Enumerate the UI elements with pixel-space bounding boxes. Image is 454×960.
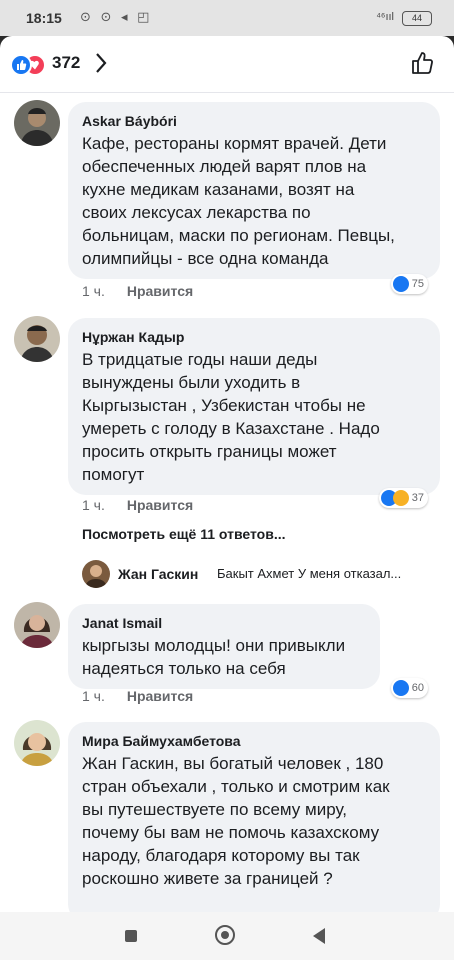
reply-author[interactable]: Жан Гаскин (118, 566, 198, 582)
back-icon[interactable] (313, 928, 325, 944)
status-time: 18:15 (26, 10, 62, 26)
avatar[interactable] (14, 720, 60, 766)
reactions-count: 75 (411, 278, 424, 290)
recent-apps-icon[interactable] (125, 930, 137, 942)
notification-icons: ⊙ ⊙ ◂ ◰ (80, 9, 153, 24)
comment-author[interactable]: Мира Баймухамбетова (82, 732, 426, 750)
reactions-count: 60 (411, 682, 424, 694)
comment-meta: 1 ч. Нравится (82, 688, 193, 704)
comment-text: кыргызы молодцы! они привыкли надеяться … (82, 636, 346, 678)
status-bar: 18:15 ⊙ ⊙ ◂ ◰ ⁴⁶ııl 44 (0, 0, 454, 36)
reaction-count[interactable]: 372 (52, 53, 80, 73)
reactions-badge[interactable]: 37 (378, 488, 428, 508)
reactions-badge[interactable]: 75 (390, 274, 428, 294)
system-nav-bar (0, 912, 454, 960)
avatar[interactable] (14, 602, 60, 648)
like-link[interactable]: Нравится (127, 283, 193, 299)
avatar[interactable] (82, 560, 110, 588)
chevron-right-icon[interactable] (94, 52, 108, 74)
avatar[interactable] (14, 100, 60, 146)
like-link[interactable]: Нравится (127, 497, 193, 513)
comment-time: 1 ч. (82, 497, 105, 513)
like-reaction-icon (392, 680, 409, 696)
home-icon[interactable] (215, 925, 235, 945)
view-more-replies-link[interactable]: Посмотреть ещё 11 ответов... (82, 526, 286, 542)
reactions-header: 372 (0, 36, 454, 93)
comment-meta: 1 ч. Нравится (82, 497, 193, 513)
comment-text: Кафе, рестораны кормят врачей. Дети обес… (82, 134, 395, 268)
comment-author[interactable]: Janat Ismail (82, 614, 366, 632)
comment-time: 1 ч. (82, 283, 105, 299)
comment-author[interactable]: Askar Báybóri (82, 112, 426, 130)
reply-preview[interactable]: Жан Гаскин Бакыт Ахмет У меня отказал... (82, 558, 442, 590)
comments-sheet: 372 Askar Báybóri Кафе, рестораны кормят… (0, 36, 454, 912)
comment-bubble[interactable]: Нұржан Кадыр В тридцатые годы наши деды … (68, 318, 440, 495)
comment-meta: 1 ч. Нравится (82, 283, 193, 299)
comment-text: В тридцатые годы наши деды вынуждены был… (82, 350, 380, 484)
comment-time: 1 ч. (82, 688, 105, 704)
battery-icon: 44 (402, 11, 432, 26)
like-reaction-icon[interactable] (10, 54, 32, 76)
reactions-count: 37 (411, 492, 424, 504)
avatar[interactable] (14, 316, 60, 362)
like-link[interactable]: Нравится (127, 688, 193, 704)
thumbs-up-icon[interactable] (410, 50, 436, 76)
reactions-badge[interactable]: 60 (390, 678, 428, 698)
comment-author[interactable]: Нұржан Кадыр (82, 328, 426, 346)
reply-text: Бакыт Ахмет У меня отказал... (217, 566, 402, 581)
signal-icon: ⁴⁶ııl (376, 11, 394, 23)
comment-bubble[interactable]: Janat Ismail кыргызы молодцы! они привык… (68, 604, 380, 689)
comment-bubble[interactable]: Askar Báybóri Кафе, рестораны кормят вра… (68, 102, 440, 279)
haha-reaction-icon (392, 490, 409, 506)
comment-text: Жан Гаскин, вы богатый человек , 180 стр… (82, 754, 390, 888)
comment-bubble[interactable]: Мира Баймухамбетова Жан Гаскин, вы богат… (68, 722, 440, 912)
like-reaction-icon (392, 276, 409, 292)
